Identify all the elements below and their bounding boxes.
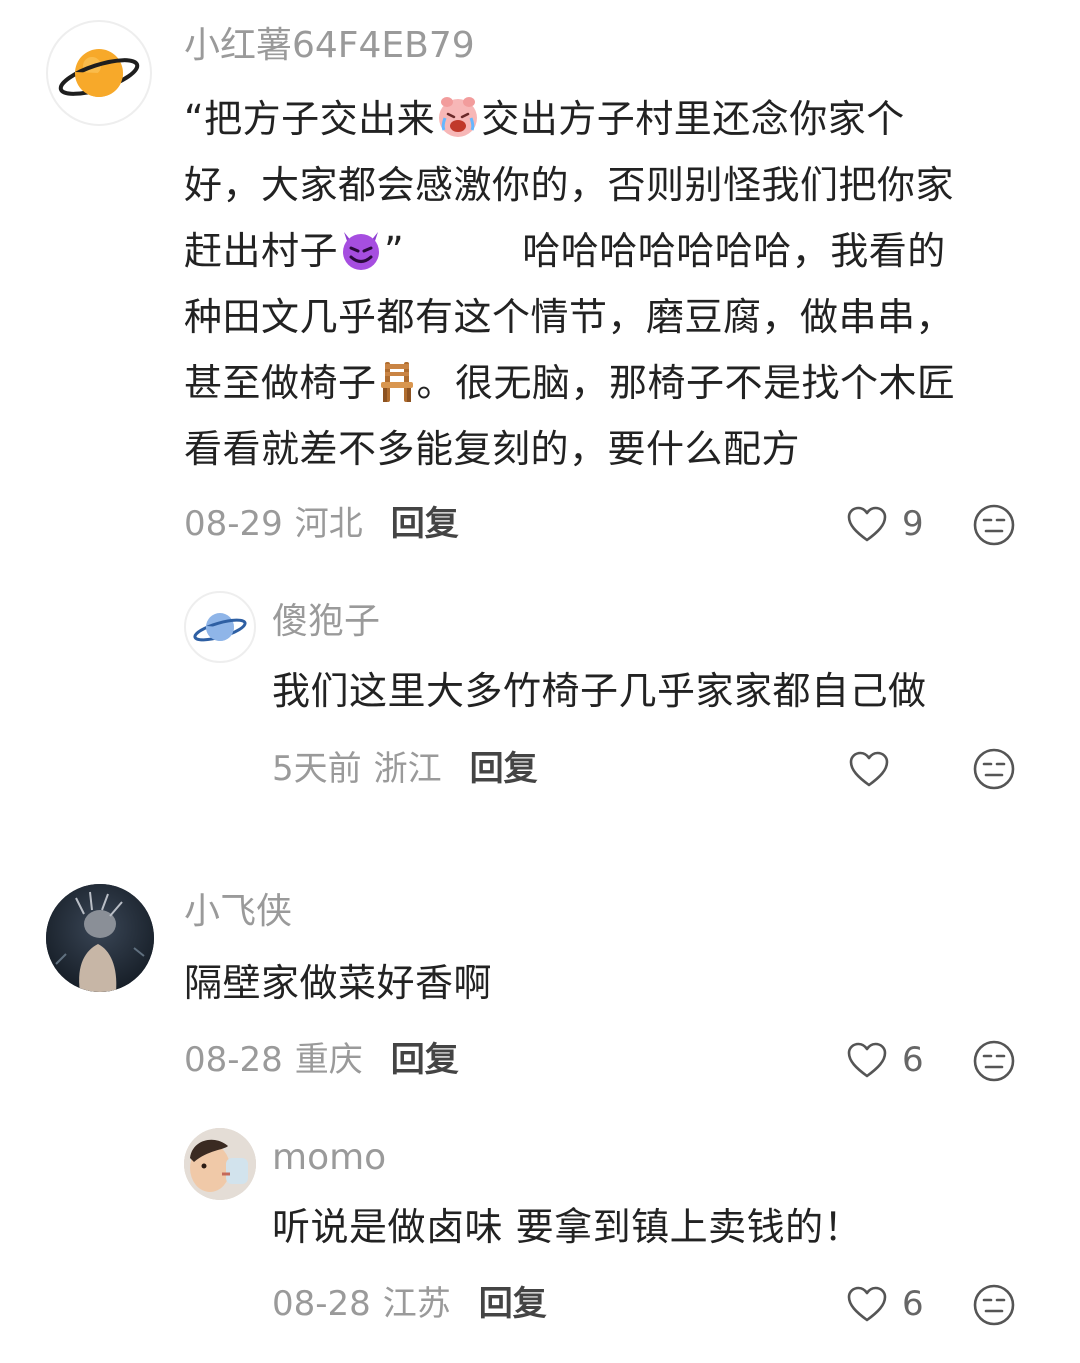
avatar[interactable]: [46, 884, 154, 992]
neutral-face-icon: [973, 748, 1015, 790]
reply-button[interactable]: 回复: [391, 504, 459, 544]
text-segment: 隔壁家做菜好香啊: [184, 961, 493, 1005]
like-button[interactable]: 6: [846, 1035, 924, 1085]
like-button[interactable]: [848, 744, 904, 794]
like-count: 6: [902, 1040, 924, 1080]
like-button[interactable]: 6: [846, 1279, 924, 1329]
comment-location: 河北: [294, 504, 363, 544]
text-segment: 我们这里大多竹椅子几乎家家都自己做: [272, 669, 927, 713]
heart-outline-icon: [849, 751, 889, 787]
username[interactable]: momo: [272, 1136, 386, 1180]
text-segment: 种田文几乎都有这个情节，磨豆腐，做串串，: [184, 295, 955, 339]
dislike-button[interactable]: [972, 747, 1016, 791]
avatar[interactable]: [184, 591, 256, 663]
like-count: 9: [902, 504, 924, 544]
username[interactable]: 小飞侠: [184, 890, 292, 934]
like-count: 6: [902, 1284, 924, 1324]
dislike-button[interactable]: [972, 503, 1016, 547]
comment-location: 重庆: [294, 1040, 363, 1080]
user-photo-avatar: [184, 1128, 256, 1200]
dislike-button[interactable]: [972, 1283, 1016, 1327]
text-segment: 哈哈哈哈哈哈哈，我看的: [522, 229, 946, 273]
comment-date: 08-28: [184, 1040, 283, 1080]
comment-text: 隔壁家做菜好香啊: [184, 950, 492, 1016]
reply-button[interactable]: 回复: [391, 1040, 459, 1080]
comment-meta: 08-28 重庆 回复: [184, 1035, 459, 1085]
avatar[interactable]: [184, 1128, 256, 1200]
comment-meta: 08-28 江苏 回复: [272, 1279, 547, 1329]
text-segment: 交出方子村里还念你家个: [481, 97, 905, 141]
reply-button[interactable]: 回复: [470, 749, 538, 789]
text-segment: 赶出村子: [184, 229, 339, 273]
username[interactable]: 傻狍子: [272, 600, 380, 644]
comment-meta: 5天前 浙江 回复: [272, 744, 538, 794]
smiling-devil-emoji-icon: [338, 226, 384, 292]
comment-date: 08-28: [272, 1284, 371, 1324]
comment-date: 5天前: [272, 749, 362, 789]
comment-meta: 08-29 河北 回复: [184, 499, 459, 549]
text-segment: 听说是做卤味 要拿到镇上卖钱的！: [272, 1205, 863, 1249]
neutral-face-icon: [973, 504, 1015, 546]
heart-outline-icon: [847, 1042, 887, 1078]
reply-button[interactable]: 回复: [479, 1284, 547, 1324]
planet-avatar-icon: [58, 49, 140, 98]
text-segment: 甚至做椅子: [184, 361, 377, 405]
comment-location: 浙江: [373, 749, 442, 789]
comment-text: 听说是做卤味 要拿到镇上卖钱的！: [272, 1194, 862, 1260]
like-button[interactable]: 9: [846, 499, 924, 549]
user-photo-avatar: [46, 884, 154, 992]
comment-location: 江苏: [382, 1284, 451, 1324]
chair-emoji-icon: [377, 358, 417, 424]
comment-text: 我们这里大多竹椅子几乎家家都自己做: [272, 658, 927, 724]
dislike-button[interactable]: [972, 1039, 1016, 1083]
text-segment: 好，大家都会感激你的，否则别怪我们把你家: [184, 163, 955, 207]
text-segment: “把方子交出来: [184, 97, 436, 141]
heart-outline-icon: [847, 1286, 887, 1322]
text-segment: 。很无脑，那椅子不是找个木匠: [416, 361, 956, 405]
neutral-face-icon: [973, 1040, 1015, 1082]
comment-text: “把方子交出来 交出方子村里还念你家个 好，大家都会感激你的，否则别怪我们把你家…: [184, 86, 956, 482]
crying-pig-face-emoji-icon: [435, 94, 481, 160]
avatar[interactable]: [46, 20, 152, 126]
neutral-face-icon: [973, 1284, 1015, 1326]
text-segment: ”: [384, 229, 405, 273]
comment-date: 08-29: [184, 504, 283, 544]
text-segment: 看看就差不多能复刻的，要什么配方: [184, 427, 801, 471]
username[interactable]: 小红薯64F4EB79: [184, 24, 475, 68]
heart-outline-icon: [847, 506, 887, 542]
comment-list: 小红薯64F4EB79 “把方子交出来 交出方子村里还念你家个 好，大家都会感激…: [0, 0, 1080, 1363]
planet-avatar-icon: [193, 613, 247, 642]
